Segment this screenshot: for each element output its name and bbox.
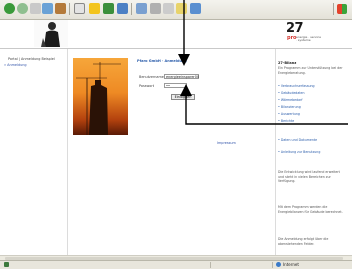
- windows-logo-icon: [337, 4, 347, 14]
- status-separator: [210, 262, 211, 268]
- favorites-star-icon[interactable]: [89, 3, 100, 14]
- browser-toolbar: [0, 0, 352, 20]
- info-paragraph: Mit dem Programm werden die Energiebilan…: [278, 205, 343, 214]
- messenger-icon[interactable]: [190, 3, 201, 14]
- mail-icon[interactable]: [136, 3, 147, 14]
- sidebar-title: Portal | Anmeldung Beispiel: [8, 57, 55, 61]
- forward-icon[interactable]: [17, 3, 28, 14]
- edit-icon[interactable]: [163, 3, 174, 14]
- info-intro: Ein Programm zur Unterstützung bei der E…: [278, 66, 343, 75]
- building-crane-image: [73, 58, 128, 135]
- info-paragraph: Die Anmeldung erfolgt über die obenstehe…: [278, 237, 329, 246]
- info-paragraph: Die Entwicklung wird laufend erweitert u…: [278, 170, 340, 184]
- username-label: Benutzername: [139, 75, 164, 79]
- refresh-icon[interactable]: [42, 3, 53, 14]
- toolbar-separator: [69, 3, 70, 15]
- search-icon[interactable]: [74, 3, 85, 14]
- back-icon[interactable]: [4, 3, 15, 14]
- toolbar-separator: [333, 3, 334, 15]
- print-icon[interactable]: [150, 3, 161, 14]
- info-bullet: • Anleitung zur Benutzung: [278, 150, 321, 154]
- history-icon[interactable]: [117, 3, 128, 14]
- security-zone-label: Internet: [283, 262, 299, 267]
- page-status-icon: [4, 262, 9, 267]
- impressum-link[interactable]: Impressum: [217, 141, 236, 145]
- person-silhouette-icon: [34, 20, 68, 47]
- tower-photo: [73, 58, 128, 135]
- brand-logo-tagline: energie · service · systeme: [296, 35, 321, 42]
- status-separator: [272, 262, 273, 268]
- sidebar-link-login[interactable]: » Anmeldung: [4, 63, 27, 67]
- home-icon[interactable]: [55, 3, 66, 14]
- stop-icon[interactable]: [30, 3, 41, 14]
- toolbar-separator: [131, 3, 132, 15]
- brand-logo-number: 27: [286, 21, 304, 36]
- password-label: Passwort: [139, 84, 155, 88]
- header-photo: [34, 20, 68, 47]
- info-bullet: • Daten und Dokumente: [278, 138, 318, 142]
- internet-zone-icon: [276, 262, 281, 267]
- annotation-arrow-up: [180, 84, 348, 125]
- username-field[interactable]: energieeinsparer00: [164, 74, 199, 79]
- media-icon[interactable]: [103, 3, 114, 14]
- annotation-arrow-down: [178, 0, 190, 66]
- left-sidebar: [0, 49, 68, 260]
- info-title: 27-Bilanz: [278, 61, 297, 65]
